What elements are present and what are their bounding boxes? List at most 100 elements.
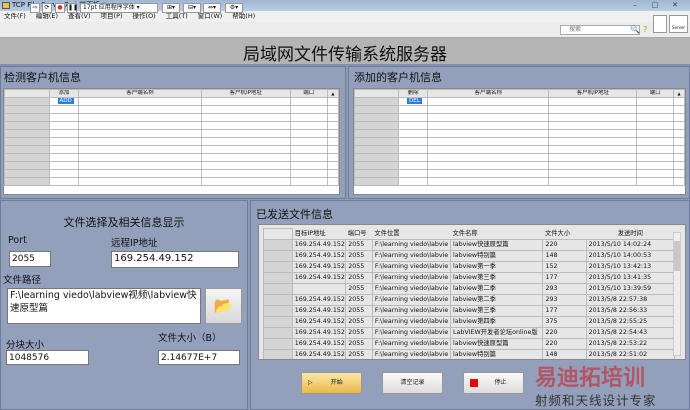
table-row[interactable]: 169.254.49.152 2055 F:\learning viedo\labv… [263,338,676,350]
table-cell[interactable] [636,113,674,122]
table-cell[interactable] [200,121,291,130]
table-row[interactable]: 169.254.49.152 2055 F:\learning viedo\labv… [263,327,676,339]
remote-ip-input[interactable]: 169.254.49.152 [111,251,239,268]
table-cell[interactable] [397,129,429,138]
column-header[interactable]: 文件大小 [542,228,587,240]
table-cell[interactable] [200,129,291,138]
table-cell[interactable] [48,145,80,154]
scroll-up-icon[interactable]: ▲ [672,89,685,98]
maximize-button[interactable]: □ [648,1,662,9]
table-cell[interactable] [548,121,638,130]
table-row[interactable]: 169.254.49.152 2055 F:\learning viedo\labv… [263,305,676,317]
table-cell[interactable] [289,97,328,106]
stop-button[interactable]: 停止 [463,372,524,394]
start-button[interactable]: ▷ 开始 [301,372,362,394]
added-clients-table[interactable]: 删除 客户端名称 客户机IP地址 端口 ▲ DEL [353,88,686,195]
table-cell[interactable] [397,137,429,146]
table-cell[interactable] [48,153,80,162]
table-cell[interactable] [289,129,328,138]
table-row[interactable]: 169.254.49.152 2055 F:\learning viedo\labv… [263,272,676,284]
table-cell[interactable] [200,137,291,146]
table-cell[interactable] [289,153,328,162]
table-cell[interactable] [48,161,80,170]
table-cell[interactable] [78,169,202,178]
table-cell[interactable] [548,169,638,178]
column-header[interactable]: 端口 [636,89,674,98]
table-cell[interactable] [48,177,80,186]
file-path-input[interactable]: F:\learning viedo\labview视频\labview快速原型篇 [7,288,201,324]
run-arrow-icon[interactable]: ⇨ [30,3,40,13]
sent-files-scrollbar[interactable] [673,232,681,356]
port-input[interactable]: 2055 [9,251,51,267]
detected-clients-table[interactable]: 添加 客户端名称 客户机IP地址 端口 ▲ ADD [3,88,340,195]
column-header[interactable]: 客户端名称 [427,89,550,98]
table-row[interactable]: 169.254.49.152 2055 F:\learning viedo\labv… [263,239,676,251]
table-cell[interactable] [636,105,674,114]
table-cell[interactable] [397,113,429,122]
added-row-button[interactable]: DEL [407,98,422,104]
table-cell[interactable] [48,129,80,138]
sent-files-table[interactable]: 目标IP地址 端口号 文件位置 文件名称 文件大小 发送时间 169.254.49.152 2… [258,224,686,360]
table-cell[interactable] [427,113,550,122]
table-cell[interactable] [200,161,291,170]
table-cell[interactable] [48,105,80,114]
table-cell[interactable] [548,97,638,106]
run-continuous-icon[interactable]: ⟳ [42,3,52,13]
table-cell[interactable] [289,113,328,122]
table-cell[interactable] [78,113,202,122]
table-cell[interactable] [427,169,550,178]
column-header[interactable]: 客户机IP地址 [548,89,638,98]
table-cell[interactable] [548,177,638,186]
help-icon[interactable]: ? [643,25,647,34]
table-cell[interactable] [289,105,328,114]
table-cell[interactable] [548,145,638,154]
table-cell[interactable] [548,129,638,138]
table-cell[interactable] [548,153,638,162]
scroll-up-icon[interactable]: ▲ [326,89,339,98]
clear-records-button[interactable]: 清空记录 [382,372,443,394]
table-cell[interactable] [427,145,550,154]
table-cell[interactable] [636,153,674,162]
table-cell[interactable] [548,137,638,146]
search-icon[interactable]: 🔍 [630,25,640,34]
table-cell[interactable] [289,161,328,170]
table-cell[interactable] [200,169,291,178]
table-cell[interactable] [397,105,429,114]
distribute-icon[interactable]: ⊟▾ [183,3,201,13]
table-cell[interactable] [78,137,202,146]
table-cell[interactable] [48,121,80,130]
table-cell[interactable] [397,169,429,178]
table-cell[interactable] [427,129,550,138]
table-cell[interactable] [636,137,674,146]
table-cell[interactable] [78,177,202,186]
column-header[interactable]: 客户机IP地址 [200,89,291,98]
table-cell[interactable] [636,169,674,178]
table-row[interactable]: 169.254.49.152 2055 F:\learning viedo\labv… [263,261,676,273]
table-cell[interactable] [78,97,202,106]
table-cell[interactable] [397,145,429,154]
browse-folder-icon[interactable]: 📂 [205,288,242,324]
table-cell[interactable] [200,145,291,154]
table-cell[interactable] [397,161,429,170]
column-header[interactable]: 目标IP地址 [292,228,346,240]
table-cell[interactable] [78,105,202,114]
table-cell[interactable] [636,121,674,130]
table-cell[interactable] [48,113,80,122]
column-header[interactable]: 文件名称 [450,228,543,240]
table-cell[interactable] [427,177,550,186]
table-cell[interactable] [548,105,638,114]
column-header[interactable]: 添加 [48,89,80,98]
column-header[interactable]: 发送时间 [586,228,675,240]
column-header[interactable]: 客户端名称 [78,89,202,98]
table-cell[interactable] [289,137,328,146]
table-cell[interactable] [78,121,202,130]
table-cell[interactable] [427,121,550,130]
table-row[interactable]: 169.254.49.152 2055 F:\learning viedo\labv… [263,294,676,306]
table-cell[interactable] [548,161,638,170]
table-cell[interactable] [289,145,328,154]
table-cell[interactable] [427,137,550,146]
table-cell[interactable] [200,177,291,186]
pause-icon[interactable]: ❚❚ [67,3,78,13]
table-cell[interactable] [636,97,674,106]
column-header[interactable]: 端口号 [345,228,373,240]
